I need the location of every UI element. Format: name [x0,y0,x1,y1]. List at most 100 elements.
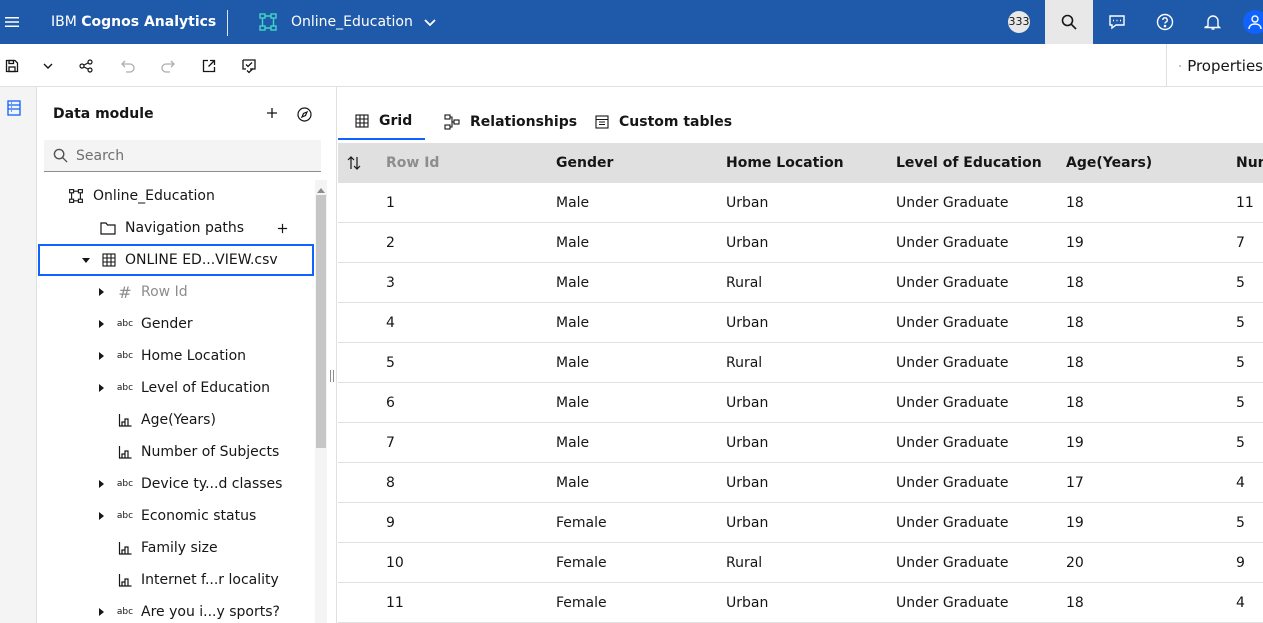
relationship-icon [444,114,460,130]
table-row[interactable]: 1 Male Urban Under Graduate 18 11 [338,183,1263,223]
tab-custom-tables[interactable]: Custom tables [578,104,732,140]
add-source-button[interactable] [263,104,281,122]
tree-node-field[interactable]: Age(Years) [37,404,314,436]
hamburger-menu-icon[interactable] [0,0,24,44]
tree-node-field[interactable]: Number of Subjects [37,436,314,468]
text-type-icon: abc [116,607,134,617]
table-cell: 4 [1236,595,1245,611]
table-cell: Under Graduate [896,355,1009,371]
scroll-up-icon[interactable] [317,183,325,193]
toolbar: Properties [0,44,1263,87]
data-module-panel-toggle[interactable] [4,97,24,119]
tree-node-field[interactable]: Internet f...r locality [37,564,314,596]
table-row[interactable]: 8 Male Urban Under Graduate 17 4 [338,463,1263,503]
app-brand[interactable]: IBM Cognos Analytics [51,0,216,44]
save-menu-button[interactable] [28,44,68,87]
module-name[interactable]: Online_Education [291,0,413,44]
tree-node-navigation-paths[interactable]: Navigation paths [37,212,314,244]
tree-node-field[interactable]: abc Home Location [37,340,314,372]
tree-node-field[interactable]: # Row Id [37,276,314,308]
validate-button[interactable] [229,44,269,87]
table-cell: Under Graduate [896,555,1009,571]
caret-right-icon[interactable] [96,287,106,297]
tree-label: Internet f...r locality [141,572,279,588]
tree-node-field[interactable]: abc Economic status [37,500,314,532]
grid-icon [355,114,369,128]
user-avatar-button[interactable] [1243,10,1263,34]
tab-grid[interactable]: Grid [338,104,425,140]
table-cell: 19 [1066,515,1084,531]
search-input[interactable] [76,147,306,164]
redo-icon [161,60,175,73]
validate-icon [242,58,256,73]
comments-button[interactable] [1093,0,1141,44]
column-header[interactable]: Num [1236,143,1263,183]
table-row[interactable]: 5 Male Rural Under Graduate 18 5 [338,343,1263,383]
caret-down-icon[interactable] [81,255,91,265]
column-header[interactable]: Level of Education [896,143,1042,183]
table-cell: Male [556,395,590,411]
properties-button[interactable]: Properties [1166,44,1263,87]
table-row[interactable]: 9 Female Urban Under Graduate 19 5 [338,503,1263,543]
share-button[interactable] [66,44,106,87]
notifications-button[interactable] [1189,0,1237,44]
caret-right-icon[interactable] [96,511,106,521]
table-cell: 18 [1066,315,1084,331]
tree-label: Age(Years) [141,412,216,428]
table-cell: Urban [726,475,769,491]
top-bar: IBM Cognos Analytics Online_Education 33… [0,0,1263,44]
search-icon [44,140,76,172]
table-cell: 18 [1066,595,1084,611]
tab-label: Relationships [470,114,578,130]
caret-right-icon[interactable] [96,319,106,329]
table-row[interactable]: 7 Male Urban Under Graduate 19 5 [338,423,1263,463]
tab-relationships[interactable]: Relationships [427,104,577,140]
caret-right-icon[interactable] [96,479,106,489]
table-row[interactable]: 10 Female Rural Under Graduate 20 9 [338,543,1263,583]
search-button[interactable] [1045,0,1093,44]
chevron-down-icon[interactable] [421,13,439,31]
table-cell: 18 [1066,355,1084,371]
tree-node-field[interactable]: abc Gender [37,308,314,340]
text-type-icon: abc [116,351,134,361]
sort-icon[interactable] [346,155,362,171]
tree-label: Navigation paths [125,220,245,236]
column-header[interactable]: Age(Years) [1066,143,1152,183]
caret-right-icon[interactable] [96,351,106,361]
add-navigation-path-icon[interactable] [274,220,290,236]
table-cell: Under Graduate [896,395,1009,411]
notification-count-badge[interactable]: 333 [1008,11,1030,33]
caret-right-icon[interactable] [96,383,106,393]
tree-node-table[interactable]: ONLINE ED...VIEW.csv [38,244,314,276]
table-cell: 9 [386,515,395,531]
relink-button[interactable] [296,106,312,122]
table-cell: Rural [726,555,763,571]
table-cell: Under Graduate [896,475,1009,491]
table-row[interactable]: 11 Female Urban Under Graduate 18 4 [338,583,1263,623]
undo-button[interactable] [108,44,148,87]
panel-resize-handle[interactable] [330,370,334,382]
table-row[interactable]: 3 Male Rural Under Graduate 18 5 [338,263,1263,303]
undo-icon [121,60,135,73]
redo-button[interactable] [148,44,188,87]
tree-node-field[interactable]: abc Level of Education [37,372,314,404]
panel-scrollbar-thumb[interactable] [316,195,326,448]
tree-node-field[interactable]: abc Are you i...y sports? [37,596,314,623]
table-cell: 17 [1066,475,1084,491]
tree-node-field[interactable]: abc Device ty...d classes [37,468,314,500]
column-header[interactable]: Gender [556,143,613,183]
table-row[interactable]: 4 Male Urban Under Graduate 18 5 [338,303,1263,343]
column-header[interactable]: Row Id [386,143,439,183]
caret-right-icon[interactable] [96,607,106,617]
column-header[interactable]: Home Location [726,143,844,183]
table-cell: Urban [726,395,769,411]
table-row[interactable]: 2 Male Urban Under Graduate 19 7 [338,223,1263,263]
compass-icon [296,106,312,122]
table-cell: Rural [726,355,763,371]
tree-node-root[interactable]: Online_Education [37,180,314,212]
tree-node-field[interactable]: Family size [37,532,314,564]
open-new-window-button[interactable] [189,44,229,87]
help-button[interactable] [1141,0,1189,44]
table-row[interactable]: 6 Male Urban Under Graduate 18 5 [338,383,1263,423]
data-module-icon [67,187,85,205]
